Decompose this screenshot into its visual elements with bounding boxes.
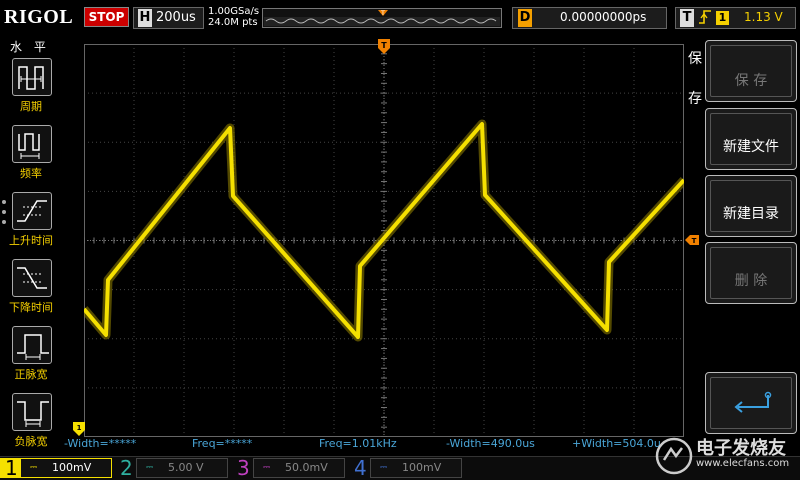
horizontal-label: H bbox=[138, 9, 152, 27]
trigger-level-marker[interactable]: T bbox=[685, 234, 699, 246]
negative-width-label: 负脉宽 bbox=[14, 435, 48, 448]
measurement-frequency-2: Freq=1.01kHz bbox=[319, 437, 397, 450]
channel-3-scale: 50.0mV bbox=[285, 461, 328, 474]
svg-text:T: T bbox=[692, 237, 697, 245]
period-icon bbox=[18, 66, 44, 90]
scroll-dot bbox=[2, 220, 6, 224]
period-label: 周期 bbox=[20, 100, 42, 113]
positive-width-icon bbox=[17, 334, 49, 360]
negative-width-icon bbox=[17, 401, 49, 427]
dc-coupling-icon: ⎓ bbox=[380, 463, 388, 473]
negative-width-button[interactable] bbox=[12, 393, 52, 431]
rise-time-button[interactable] bbox=[12, 192, 52, 230]
trigger-source: 1 bbox=[716, 11, 729, 25]
fall-time-button[interactable] bbox=[12, 259, 52, 297]
waveform-display[interactable] bbox=[84, 44, 684, 437]
frequency-icon bbox=[18, 133, 40, 159]
channel-2-scale: 5.00 V bbox=[168, 461, 204, 474]
positive-width-label: 正脉宽 bbox=[14, 368, 48, 381]
measurement-positive-width: +Width=504.0u bbox=[572, 437, 661, 450]
new-folder-label: 新建目录 bbox=[723, 206, 779, 222]
svg-text:T: T bbox=[381, 41, 387, 50]
delay-value: 0.00000000ps bbox=[560, 10, 647, 24]
channel-4-scale: 100mV bbox=[402, 461, 442, 474]
timebase-value: 200us bbox=[156, 10, 196, 25]
svg-text:T: T bbox=[380, 10, 385, 17]
scroll-dot bbox=[2, 200, 6, 204]
rising-edge-icon bbox=[698, 9, 712, 29]
measurement-frequency-1: Freq=***** bbox=[192, 437, 253, 450]
channel-1-scale: 100mV bbox=[52, 461, 92, 474]
delay-label: D bbox=[518, 9, 532, 27]
watermark-url: www.elecfans.com bbox=[696, 458, 790, 469]
trigger-label: T bbox=[680, 9, 694, 27]
frequency-label: 频率 bbox=[20, 167, 42, 180]
run-stop-indicator[interactable]: STOP bbox=[84, 7, 129, 27]
memory-depth: 24.0M pts bbox=[208, 17, 258, 28]
sample-rate: 1.00GSa/s bbox=[208, 6, 260, 17]
channel-1-ground-marker[interactable]: 1 bbox=[72, 421, 86, 437]
return-button[interactable] bbox=[705, 372, 797, 434]
new-file-label: 新建文件 bbox=[723, 139, 779, 155]
svg-text:1: 1 bbox=[77, 424, 82, 432]
return-icon bbox=[734, 391, 772, 413]
measurement-negative-width-1: -Width=***** bbox=[64, 437, 137, 450]
watermark-logo-icon bbox=[655, 437, 693, 475]
channel-4-number: 4 bbox=[354, 456, 367, 480]
memory-overview-bar[interactable]: T bbox=[262, 8, 502, 28]
measurement-negative-width-2: -Width=490.0us bbox=[446, 437, 535, 450]
menu-caption: 保 bbox=[688, 51, 702, 67]
brand-logo: RIGOL bbox=[4, 6, 74, 28]
menu-caption: 存 bbox=[688, 91, 702, 107]
fall-time-icon bbox=[17, 267, 47, 289]
frequency-button[interactable] bbox=[12, 125, 52, 163]
dc-coupling-icon: ⎓ bbox=[146, 463, 154, 473]
measurement-bar: -Width=***** Freq=***** Freq=1.01kHz -Wi… bbox=[58, 437, 688, 451]
trigger-position-marker[interactable]: T bbox=[377, 38, 391, 56]
dc-coupling-icon: ⎓ bbox=[263, 463, 271, 473]
watermark: 电子发烧友 www.elecfans.com bbox=[655, 432, 800, 480]
scroll-dot bbox=[2, 210, 6, 214]
channel-3-number: 3 bbox=[237, 456, 250, 480]
channel-1-number: 1 bbox=[5, 456, 18, 480]
fall-time-label: 下降时间 bbox=[9, 301, 53, 314]
menu-title: 水 平 bbox=[10, 40, 50, 54]
rise-time-label: 上升时间 bbox=[9, 234, 53, 247]
positive-width-button[interactable] bbox=[12, 326, 52, 364]
period-button[interactable] bbox=[12, 58, 52, 96]
channel-2-number: 2 bbox=[120, 456, 133, 480]
watermark-title: 电子发烧友 bbox=[696, 438, 786, 459]
dc-coupling-icon: ⎓ bbox=[30, 463, 38, 473]
delete-label: 删 除 bbox=[734, 273, 768, 289]
save-label: 保 存 bbox=[734, 73, 768, 89]
rise-time-icon bbox=[17, 200, 47, 222]
trigger-level: 1.13 V bbox=[744, 10, 783, 24]
